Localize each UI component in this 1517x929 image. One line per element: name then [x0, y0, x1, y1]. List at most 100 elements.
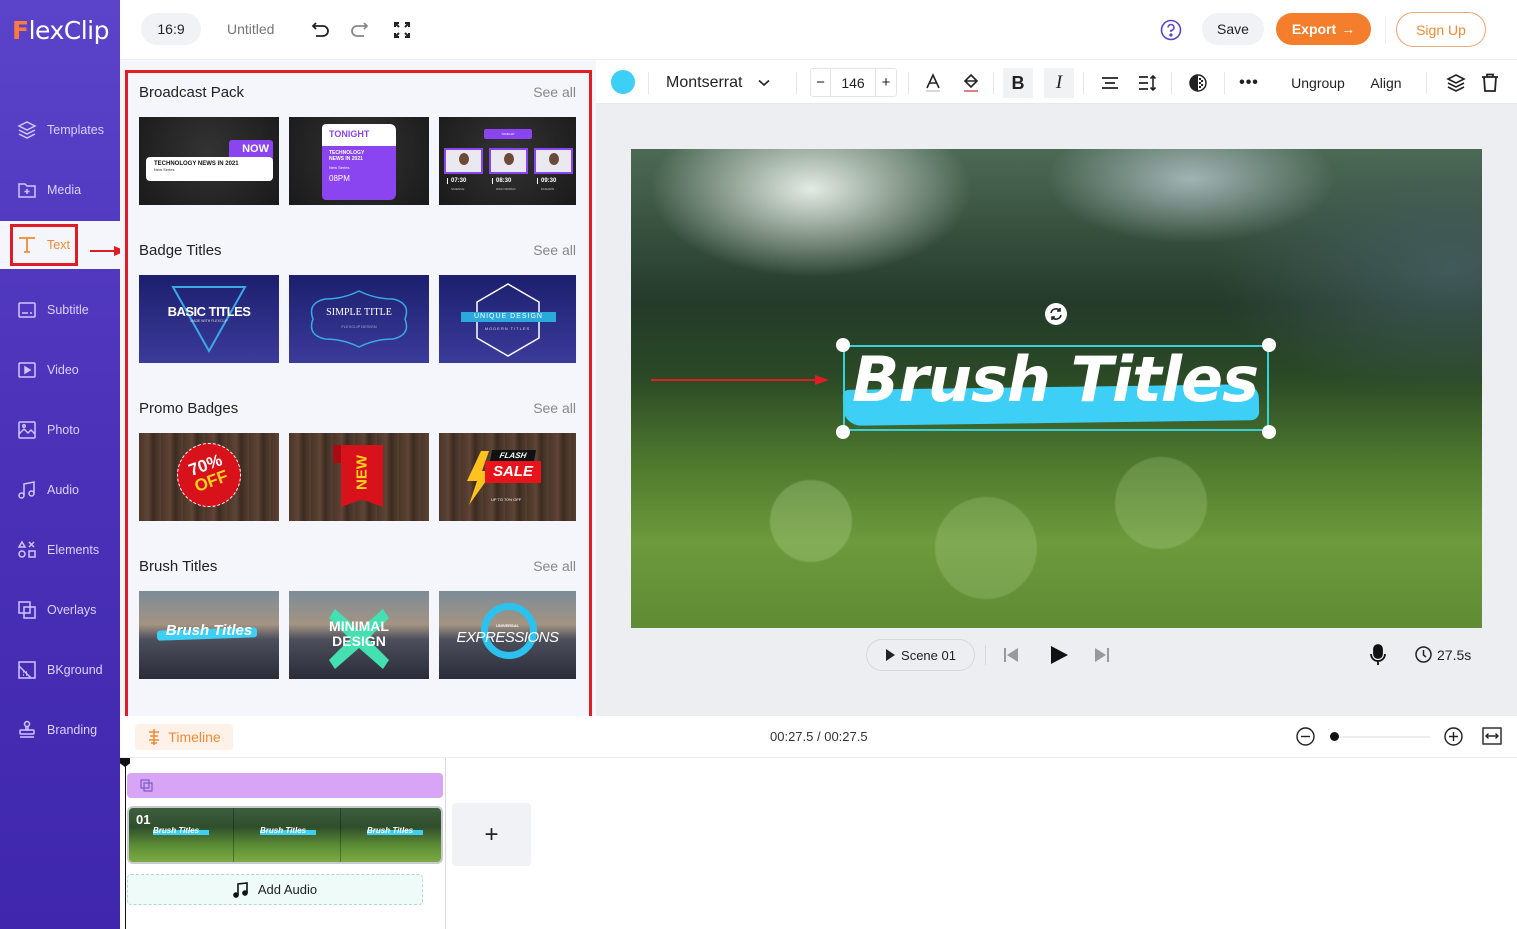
layers-icon	[16, 119, 38, 141]
template-thumb-promo-2[interactable]: NEW	[289, 433, 429, 521]
add-audio-button[interactable]: Add Audio	[127, 874, 423, 905]
sidebar-item-label: Elements	[47, 543, 100, 557]
rotate-handle[interactable]	[1045, 303, 1067, 325]
section-title: Promo Badges	[139, 400, 239, 417]
microphone-icon[interactable]	[1369, 644, 1387, 666]
text-toolbar: Montserrat − 146 + B I ••• Ungroup Align	[596, 60, 1517, 104]
sidebar-item-templates[interactable]: Templates	[0, 100, 120, 160]
font-size-input[interactable]: 146	[831, 69, 876, 96]
sidebar-item-photo[interactable]: Photo	[0, 400, 120, 460]
schedule-label: WILD WORLD	[496, 187, 516, 191]
increase-size-button[interactable]: +	[876, 69, 896, 96]
schedule-photo	[534, 148, 573, 174]
export-button[interactable]: Export →	[1276, 13, 1371, 45]
sidebar-item-label: BKground	[47, 663, 103, 677]
undo-icon[interactable]	[310, 19, 332, 41]
opacity-button[interactable]	[1186, 68, 1210, 98]
overlay-track[interactable]	[127, 773, 443, 798]
template-thumb-broadcast-1[interactable]: NOW TECHNOLOGY NEWS IN 2021 New Series	[139, 117, 279, 205]
divider	[1224, 72, 1225, 94]
sidebar-item-audio[interactable]: Audio	[0, 460, 120, 520]
sidebar-item-subtitle[interactable]: Subtitle	[0, 280, 120, 340]
line-spacing-button[interactable]	[1136, 68, 1160, 98]
sidebar-item-branding[interactable]: Branding	[0, 700, 120, 760]
template-thumb-badge-1[interactable]: BASIC TITLES MADE WITH FLEXCLIP	[139, 275, 279, 363]
scene-play-button[interactable]: Scene 01	[866, 639, 975, 671]
ungroup-button[interactable]: Ungroup	[1286, 68, 1350, 98]
bold-button[interactable]: B	[1003, 68, 1033, 98]
template-thumb-broadcast-2[interactable]: TONIGHT TECHNOLOGY NEWS IN 2021 New Seri…	[289, 117, 429, 205]
align-button[interactable]: Align	[1364, 68, 1408, 98]
playhead[interactable]	[125, 758, 126, 929]
resize-handle[interactable]	[1262, 338, 1276, 352]
template-thumb-brush-2[interactable]: MINIMAL DESIGN	[289, 591, 429, 679]
play-icon	[886, 649, 896, 661]
divider	[648, 72, 649, 94]
see-all-link[interactable]: See all	[533, 400, 576, 416]
project-title[interactable]: Untitled	[227, 21, 274, 37]
resize-handle[interactable]	[836, 425, 850, 439]
zoom-in-icon[interactable]	[1444, 727, 1463, 746]
sidebar-item-video[interactable]: Video	[0, 340, 120, 400]
aspect-ratio-button[interactable]: 16:9	[141, 13, 201, 45]
fit-timeline-icon[interactable]	[1482, 727, 1502, 745]
decrease-size-button[interactable]: −	[811, 69, 831, 96]
timeline-toggle-button[interactable]: Timeline	[135, 724, 233, 750]
previous-icon[interactable]	[1003, 647, 1019, 663]
sidebar-item-media[interactable]: Media	[0, 160, 120, 220]
next-icon[interactable]	[1094, 647, 1110, 663]
sidebar-item-overlays[interactable]: Overlays	[0, 580, 120, 640]
template-thumb-promo-1[interactable]: 70% OFF	[139, 433, 279, 521]
playhead-handle[interactable]	[120, 758, 130, 767]
rotate-icon	[1050, 308, 1062, 320]
resize-handle[interactable]	[836, 338, 850, 352]
template-thumb-brush-1[interactable]: Brush Titles	[139, 591, 279, 679]
template-thumb-brush-3[interactable]: UNIVERSAL EXPRESSIONS	[439, 591, 576, 679]
fullscreen-icon[interactable]	[392, 20, 412, 40]
sidebar-item-label: Branding	[47, 723, 98, 737]
font-color-button[interactable]	[920, 68, 946, 98]
clip-text: Brush Titles	[260, 826, 307, 835]
schedule-time: 09:30	[537, 178, 556, 184]
sidebar-item-label: Audio	[47, 483, 79, 497]
save-button[interactable]: Save	[1202, 13, 1264, 45]
scene-divider	[445, 758, 446, 929]
video-clip[interactable]: 01 Brush Titles Brush Titles Brush Title…	[127, 806, 443, 864]
play-icon[interactable]	[1049, 645, 1069, 665]
export-label: Export	[1291, 21, 1337, 37]
zoom-slider-knob[interactable]	[1330, 732, 1339, 741]
see-all-link[interactable]: See all	[533, 242, 576, 258]
template-thumb-broadcast-3[interactable]: TONIGHT 07:30 08:30 09:30 SCIENCE WILD W…	[439, 117, 576, 205]
sidebar-item-elements[interactable]: Elements	[0, 520, 120, 580]
add-scene-button[interactable]: +	[452, 803, 531, 866]
delete-button[interactable]	[1478, 68, 1502, 98]
layers-icon	[1446, 74, 1466, 92]
redo-icon[interactable]	[348, 19, 370, 41]
zoom-slider-track[interactable]	[1332, 736, 1430, 738]
see-all-link[interactable]: See all	[533, 558, 576, 574]
more-options-icon[interactable]: •••	[1236, 68, 1262, 98]
text-color-swatch[interactable]	[611, 70, 635, 94]
see-all-link[interactable]: See all	[533, 84, 576, 100]
template-thumb-badge-3[interactable]: UNIQUE DESIGN MODERN TITLES	[439, 275, 576, 363]
brush-head: UNIVERSAL	[495, 623, 520, 628]
font-select[interactable]: Montserrat	[666, 68, 786, 98]
opacity-icon	[1189, 74, 1207, 92]
flexclip-logo[interactable]: FlexClip	[12, 16, 109, 45]
flash-label: FLASH	[490, 450, 536, 461]
resize-handle[interactable]	[1262, 425, 1276, 439]
sidebar-item-bkground[interactable]: BKground	[0, 640, 120, 700]
subtitle-icon	[16, 299, 38, 321]
text-align-button[interactable]	[1098, 68, 1122, 98]
zoom-out-icon[interactable]	[1296, 727, 1315, 746]
template-thumb-promo-3[interactable]: FLASH SALE UP TO 70% OFF	[439, 433, 576, 521]
italic-button[interactable]: I	[1044, 68, 1074, 98]
template-thumb-badge-2[interactable]: SIMPLE TITLE FLEXCLIP DESIGN	[289, 275, 429, 363]
video-preview[interactable]: Brush Titles	[631, 149, 1482, 628]
highlight-color-button[interactable]	[958, 68, 984, 98]
layers-button[interactable]	[1444, 68, 1468, 98]
help-icon[interactable]	[1160, 19, 1182, 41]
sign-up-button[interactable]: Sign Up	[1396, 12, 1486, 47]
section-title: Broadcast Pack	[139, 84, 245, 101]
folder-plus-icon	[16, 179, 38, 201]
